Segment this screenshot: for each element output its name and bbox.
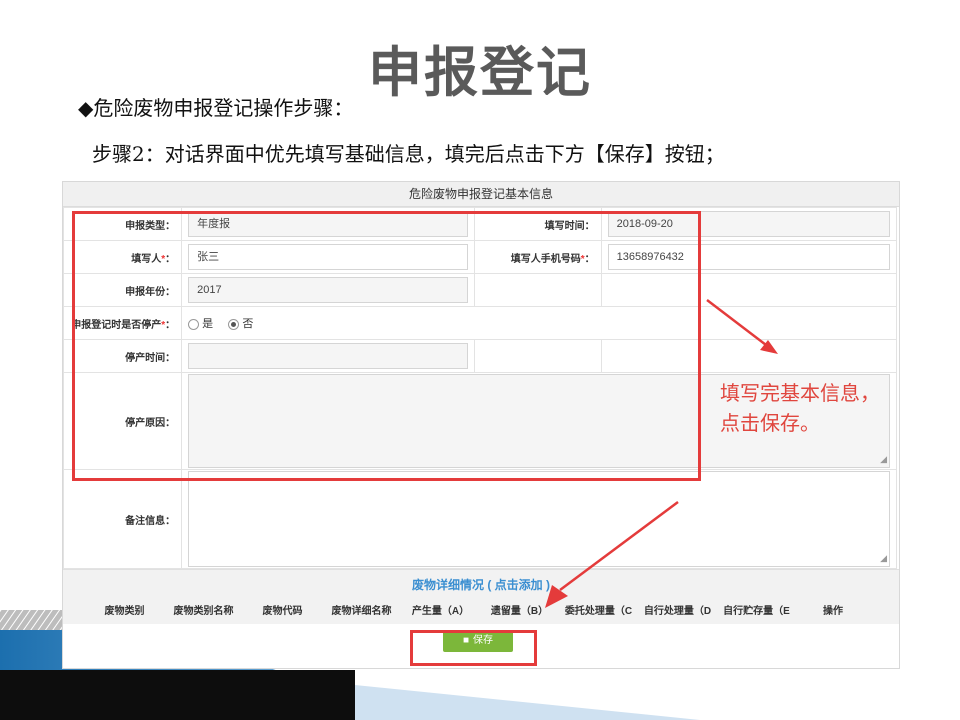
arrow-line — [559, 500, 679, 592]
annotation-arrows — [545, 299, 778, 608]
annotation-note: 填写完基本信息，点击保存。 — [720, 381, 880, 435]
arrowhead-icon — [545, 585, 568, 608]
arrow-line — [706, 299, 771, 349]
